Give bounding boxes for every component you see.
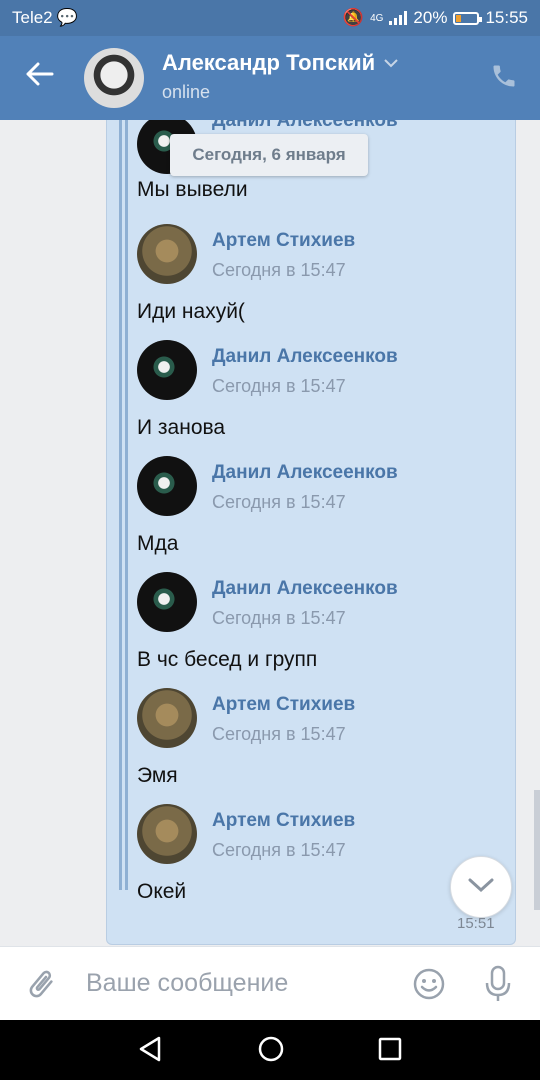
mic-icon[interactable]: [484, 965, 512, 1003]
back-arrow-icon[interactable]: [26, 62, 54, 92]
phone-icon[interactable]: [490, 62, 518, 90]
author-name[interactable]: Артем Стихиев: [212, 810, 355, 832]
nav-back-icon[interactable]: [137, 1035, 163, 1068]
carrier: Tele2 💬: [12, 8, 78, 28]
scroll-down-button[interactable]: [450, 856, 512, 918]
message-text: Мда: [137, 532, 179, 555]
smile-icon[interactable]: [412, 967, 446, 1001]
forward-bar: [125, 120, 128, 890]
avatar[interactable]: [137, 688, 197, 748]
status-indicators: 🔕 4G 20% 15:55: [343, 8, 528, 28]
chat-bubble-icon: 💬: [56, 8, 78, 27]
message-text: Мы вывели: [137, 178, 248, 201]
contact-status: online: [162, 82, 211, 102]
date-divider: Сегодня, 6 января: [170, 134, 368, 176]
scrollbar[interactable]: [534, 790, 540, 910]
system-nav-bar: [0, 1020, 540, 1080]
avatar[interactable]: [137, 456, 197, 516]
avatar[interactable]: [137, 340, 197, 400]
message-time: Сегодня в 15:47: [212, 492, 346, 512]
message-sent-time: 15:51: [457, 915, 495, 932]
author-name[interactable]: Данил Алексеенков: [212, 462, 398, 484]
avatar[interactable]: [137, 804, 197, 864]
author-name[interactable]: Данил Алексеенков: [212, 578, 398, 600]
author-name[interactable]: Данил Алексеенков: [212, 346, 398, 368]
message-time: Сегодня в 15:47: [212, 840, 346, 860]
mute-icon: 🔕: [342, 8, 365, 27]
chevron-down-icon: [383, 55, 399, 72]
author-name[interactable]: Артем Стихиев: [212, 694, 355, 716]
scroll-down-icon: [467, 877, 495, 898]
message-text: Окей: [137, 880, 187, 903]
nav-home-icon[interactable]: [257, 1035, 285, 1068]
status-time: 15:55: [485, 8, 528, 27]
carrier-name: Tele2: [12, 8, 53, 27]
attach-icon[interactable]: [24, 967, 58, 1001]
contact-title[interactable]: Александр Топский: [162, 50, 399, 76]
message-text: И занова: [137, 416, 226, 439]
message-text: В чс бесед и групп: [137, 648, 318, 671]
chat-header: Александр Топский online: [0, 36, 540, 120]
message-time: Сегодня в 15:47: [212, 608, 346, 628]
message-text: Иди нахуй(: [137, 300, 245, 323]
forwarded-messages-block: Данил Алексеенков Мы вывели Артем Стихие…: [106, 120, 516, 945]
nav-recent-icon[interactable]: [378, 1037, 402, 1066]
author-name[interactable]: Данил Алексеенков: [212, 120, 398, 132]
signal-icon: [389, 11, 408, 25]
battery-percent: 20%: [413, 8, 448, 27]
message-input[interactable]: Ваше сообщение: [86, 969, 288, 998]
message-time: Сегодня в 15:47: [212, 376, 346, 396]
message-time: Сегодня в 15:47: [212, 724, 346, 744]
forward-bar: [119, 120, 122, 890]
contact-avatar[interactable]: [84, 48, 144, 108]
message-composer: Ваше сообщение: [0, 946, 540, 1021]
message-text: Эмя: [137, 764, 178, 787]
avatar[interactable]: [137, 572, 197, 632]
network-type: 4G: [370, 12, 384, 24]
avatar[interactable]: [137, 224, 197, 284]
battery-icon: [453, 11, 483, 25]
status-bar: Tele2 💬 🔕 4G 20% 15:55: [0, 0, 540, 36]
contact-name: Александр Топский: [162, 50, 376, 75]
author-name[interactable]: Артем Стихиев: [212, 230, 355, 252]
message-time: Сегодня в 15:47: [212, 260, 346, 280]
